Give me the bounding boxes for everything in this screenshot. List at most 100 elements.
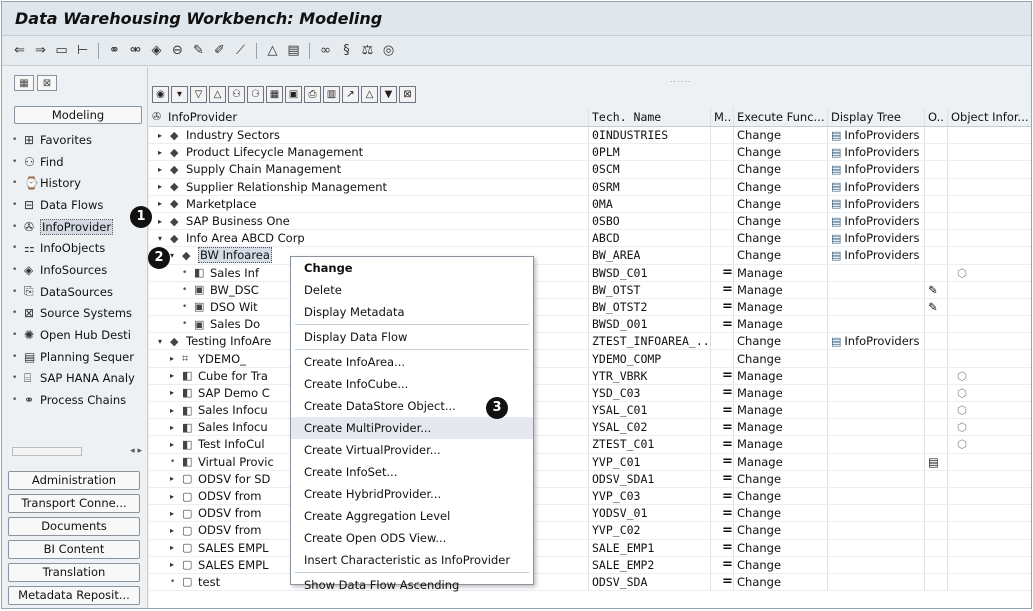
menu-item-insert-characteristic-as-infoprovider[interactable]: Insert Characteristic as InfoProvider xyxy=(291,549,533,571)
menu-item-change[interactable]: Change xyxy=(291,257,533,279)
find-icon[interactable]: ⚇ xyxy=(228,86,245,103)
filter-icon[interactable]: ▼ xyxy=(380,86,397,103)
print-icon[interactable]: ⎙ xyxy=(304,86,321,103)
expand-arrow-icon[interactable]: ▸ xyxy=(158,165,170,174)
infoprovider-cell[interactable]: ▸ ◆ Supply Chain Management xyxy=(149,161,589,178)
scroll-arrows-icon[interactable]: ◂ ▸ xyxy=(130,446,142,456)
glasses-icon[interactable]: ⚭ xyxy=(105,41,124,60)
sum-icon[interactable]: △ xyxy=(361,86,378,103)
table-row[interactable]: ▸ ▢ ODSV from YVP_C03 = Change xyxy=(149,487,1031,506)
expand-arrow-icon[interactable]: ▸ xyxy=(170,388,182,397)
table-row[interactable]: ▸ ▢ ODSV for SD ODSV_SDA1 = Change xyxy=(149,470,1031,488)
menu-item-delete[interactable]: Delete xyxy=(291,279,533,301)
table-row[interactable]: ▸ ◧ Test InfoCul ZTEST_C01 = Manage ⬡ xyxy=(149,436,1031,454)
nav-item-source-systems[interactable]: • ⊠ Source Systems xyxy=(12,303,148,325)
display-tree-cell[interactable]: ▤ InfoProviders xyxy=(828,230,925,247)
doc-list-icon[interactable]: ▤ xyxy=(284,41,303,60)
execute-function-link[interactable]: Change xyxy=(734,127,828,144)
execute-function-link[interactable]: Change xyxy=(734,195,828,212)
execute-function-link[interactable]: Change xyxy=(734,178,828,195)
menu-item-show-data-flow-ascending[interactable]: Show Data Flow Ascending xyxy=(291,574,533,596)
table-row[interactable]: • ▣ BW_DSC BW_OTST = Manage ✎ xyxy=(149,281,1031,299)
expand-arrow-icon[interactable]: ▸ xyxy=(170,354,182,363)
execute-function-link[interactable]: Manage xyxy=(734,402,828,419)
filter-down-icon[interactable]: ▽ xyxy=(190,86,207,103)
nav-item-sap-hana-analy[interactable]: • ⌸ SAP HANA Analy xyxy=(12,368,148,390)
wand-icon[interactable]: ⟋ xyxy=(231,41,250,60)
table-row[interactable]: • ◧ Sales Inf BWSD_C01 = Manage ⬡ xyxy=(149,264,1031,282)
display-tree-cell[interactable]: ▤ InfoProviders xyxy=(828,127,925,144)
execute-function-link[interactable]: Change xyxy=(734,333,828,350)
display-tree-cell[interactable] xyxy=(828,539,925,556)
display-tree-cell[interactable] xyxy=(828,487,925,505)
table-row[interactable]: ▸ ◧ SAP Demo C YSD_C03 = Manage ⬡ xyxy=(149,384,1031,402)
expand-arrow-icon[interactable]: ▸ xyxy=(170,543,182,552)
expand-arrow-icon[interactable]: ▸ xyxy=(170,474,182,483)
execute-function-link[interactable]: Manage xyxy=(734,419,828,436)
close-grid-icon[interactable]: ⊠ xyxy=(399,86,416,103)
display-tree-cell[interactable]: ▤ InfoProviders xyxy=(828,247,925,264)
table-row[interactable]: ▾ ◆ BW Infoarea BW_AREA Change ▤ InfoProviders xyxy=(149,247,1031,265)
forward-arrow-icon[interactable]: ⇒ xyxy=(31,41,50,60)
execute-function-link[interactable]: Change xyxy=(734,470,828,487)
triangle-icon[interactable]: △ xyxy=(263,41,282,60)
section-button-documents[interactable]: Documents xyxy=(8,517,140,536)
expand-arrow-icon[interactable]: ▸ xyxy=(158,131,170,140)
column-header-object-information[interactable]: Object Infor... xyxy=(948,107,1031,126)
execute-function-link[interactable]: Change xyxy=(734,487,828,505)
collapse-arrow-icon[interactable]: ▾ xyxy=(170,251,182,260)
display-tree-cell[interactable] xyxy=(828,281,925,298)
execute-function-link[interactable]: Change xyxy=(734,350,828,367)
column-header-m[interactable]: M.. xyxy=(711,107,734,126)
table-row[interactable]: • ▣ DSO Wit BW_OTST2 = Manage ✎ xyxy=(149,298,1031,317)
menu-item-create-infoset[interactable]: Create InfoSet... xyxy=(291,461,533,483)
execute-function-link[interactable]: Change xyxy=(734,161,828,178)
export-icon[interactable]: ▦ xyxy=(266,86,283,103)
menu-item-create-infoarea[interactable]: Create InfoArea... xyxy=(291,351,533,373)
execute-function-link[interactable]: Manage xyxy=(734,453,828,470)
display-tree-cell[interactable] xyxy=(828,556,925,573)
filter-up-icon[interactable]: △ xyxy=(209,86,226,103)
expand-arrow-icon[interactable]: ▸ xyxy=(170,406,182,415)
table-row[interactable]: • ▣ Sales Do BWSD_O01 = Manage xyxy=(149,316,1031,334)
table-row[interactable]: ▸ ◆ SAP Business One 0SBO Change ▤ InfoProvide… xyxy=(149,212,1031,231)
glasses-pair-icon[interactable]: ⚮ xyxy=(126,41,145,60)
expand-arrow-icon[interactable]: ▸ xyxy=(158,199,170,208)
display-tree-cell[interactable] xyxy=(828,298,925,316)
display-tree-cell[interactable] xyxy=(828,384,925,401)
display-tree-cell[interactable]: ▤ InfoProviders xyxy=(828,195,925,212)
execute-function-link[interactable]: Change xyxy=(734,212,828,230)
execute-function-link[interactable]: Manage xyxy=(734,298,828,316)
table-row[interactable]: ▸ ◆ Industry Sectors 0INDUSTRIES Change ▤ Info… xyxy=(149,127,1031,145)
infoprovider-cell[interactable]: ▸ ◆ Marketplace xyxy=(149,195,589,212)
display-tree-cell[interactable]: ▤ InfoProviders xyxy=(828,144,925,161)
nav-scrollbar[interactable]: ◂ ▸ xyxy=(12,444,142,458)
nav-item-data-flows[interactable]: • ⊟ Data Flows xyxy=(12,194,148,216)
infoprovider-cell[interactable]: ▾ ◆ Info Area ABCD Corp xyxy=(149,230,589,247)
scale-icon[interactable]: ⚖ xyxy=(358,41,377,60)
collapse-arrow-icon[interactable]: ▾ xyxy=(158,337,170,346)
expand-icon[interactable]: ↗ xyxy=(342,86,359,103)
cube-icon[interactable]: ◈ xyxy=(147,41,166,60)
table-row[interactable]: ▾ ◆ Info Area ABCD Corp ABCD Change ▤ InfoProv… xyxy=(149,230,1031,248)
execute-function-link[interactable]: Manage xyxy=(734,316,828,333)
table-row[interactable]: ▾ ◆ Testing InfoAre ZTEST_INFOAREA_... Chang… xyxy=(149,333,1031,351)
window-icon[interactable]: ▭ xyxy=(52,41,71,60)
execute-function-link[interactable]: Change xyxy=(734,573,828,591)
execute-function-link[interactable]: Change xyxy=(734,522,828,539)
table-row[interactable]: ▸ ◧ Cube for Tra YTR_VBRK = Manage ⬡ xyxy=(149,367,1031,385)
pencil-icon[interactable]: ✎ xyxy=(189,41,208,60)
execute-function-link[interactable]: Manage xyxy=(734,281,828,298)
table-row[interactable]: • ▢ test ODSV_SDA = Change xyxy=(149,573,1031,592)
expand-arrow-icon[interactable]: ▸ xyxy=(170,526,182,535)
section-button-administration[interactable]: Administration xyxy=(8,471,140,490)
section-button-metadata-reposit[interactable]: Metadata Reposit... xyxy=(8,586,140,605)
table-row[interactable]: ▸ ◆ Product Lifecycle Management 0PLM Change… xyxy=(149,144,1031,162)
table-row[interactable]: • ◧ Virtual Provic YVP_C01 = Manage ▤ xyxy=(149,453,1031,471)
column-header-tech-name[interactable]: Tech. Name xyxy=(589,107,711,126)
target-icon[interactable]: ◎ xyxy=(379,41,398,60)
display-tree-cell[interactable] xyxy=(828,522,925,539)
modeling-button[interactable]: Modeling xyxy=(14,106,142,124)
display-tree-cell[interactable] xyxy=(828,402,925,419)
nav-item-planning-sequer[interactable]: • ▤ Planning Sequer xyxy=(12,346,148,368)
